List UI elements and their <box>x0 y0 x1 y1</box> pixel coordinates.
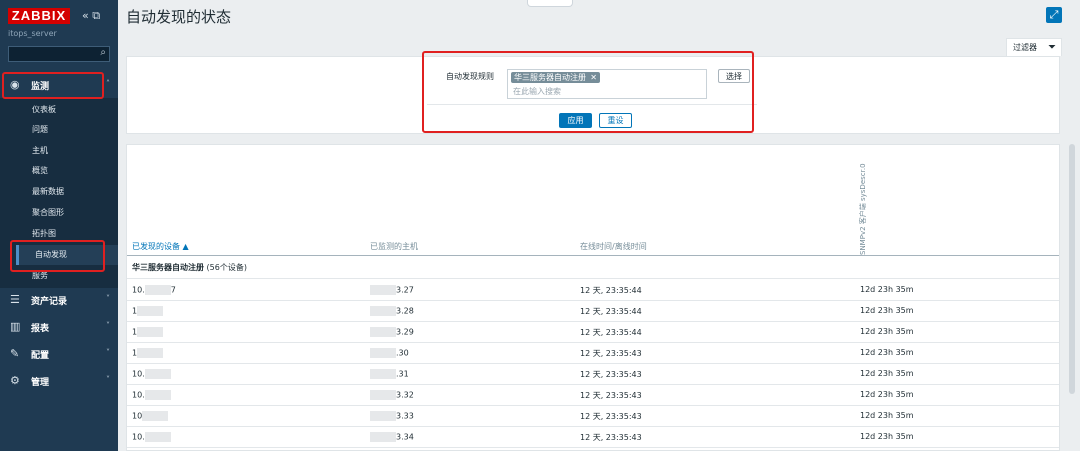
sidebar-item-overview[interactable]: 概览 <box>16 161 118 181</box>
table-row: 10. 3.34 12 天, 23:35:43 12d 23h 35m <box>127 426 1059 448</box>
device-ip: 10. 7 <box>132 285 176 295</box>
logo-row: ZABBIX « ⧉ <box>8 8 112 24</box>
menu-configuration-label: 配置 <box>31 351 50 361</box>
uptime: 12 天, 23:35:44 <box>580 307 642 316</box>
menu-inventory[interactable]: ☰ 资产记录 ˅ <box>0 287 118 313</box>
server-name: itops_server <box>8 29 57 38</box>
undock-icon[interactable]: ⧉ <box>92 9 100 22</box>
zabbix-logo[interactable]: ZABBIX <box>8 8 70 24</box>
uptime: 12 天, 23:35:43 <box>580 433 642 442</box>
device-ip: 10. <box>132 390 171 400</box>
table-group-row: 华三服务器自动注册 (56个设备) <box>127 256 1059 279</box>
filter-tab[interactable]: 过滤器 ⏷ <box>1006 38 1062 56</box>
sidebar-item-problems[interactable]: 问题 <box>16 120 118 140</box>
scrollbar-thumb[interactable] <box>1069 144 1075 394</box>
device-ip: 10 <box>132 411 169 421</box>
main-content: 自动发现的状态 ⤢ 过滤器 ⏷ 自动发现规则 华三服务器自动注册 ✕ 在此输入搜… <box>118 0 1080 451</box>
menu-inventory-label: 资产记录 <box>31 297 68 307</box>
chevron-down-icon: ˅ <box>106 348 110 357</box>
funnel-icon: ⏷ <box>1048 42 1056 53</box>
sysdescr: 12d 23h 35m <box>860 369 914 378</box>
fullscreen-icon: ⤢ <box>1049 8 1059 21</box>
header-tab[interactable] <box>527 0 573 7</box>
sysdescr: 12d 23h 35m <box>860 411 914 420</box>
sidebar: ZABBIX « ⧉ itops_server ⌕ ◉ 监测 ˄ 仪表板 问题 … <box>0 0 118 451</box>
uptime: 12 天, 23:35:43 <box>580 412 642 421</box>
filter-tab-label: 过滤器 <box>1013 43 1037 52</box>
device-ip: 1 <box>132 327 164 337</box>
host-ip: .31 <box>370 369 409 379</box>
menu-administration[interactable]: ⚙ 管理 ˅ <box>0 368 118 394</box>
sidebar-item-hosts[interactable]: 主机 <box>16 141 118 161</box>
page-title: 自动发现的状态 <box>126 8 232 26</box>
group-name: 华三服务器自动注册 <box>132 263 204 272</box>
annotation-box-monitoring <box>2 72 104 99</box>
host-ip: 3.33 <box>370 411 414 421</box>
wrench-icon: ✎ <box>10 347 20 360</box>
list-icon: ☰ <box>10 293 20 306</box>
discovery-table: 已发现的设备 ▲ 已监测的主机 在线时间/离线时间 SNMPv2 客户端 sys… <box>126 144 1060 451</box>
device-ip: 10. <box>132 432 171 442</box>
table-row: 1 3.28 12 天, 23:35:44 12d 23h 35m <box>127 300 1059 322</box>
sidebar-item-latest-data[interactable]: 最新数据 <box>16 182 118 202</box>
table-row: 1 3.29 12 天, 23:35:44 12d 23h 35m <box>127 321 1059 343</box>
chevron-down-icon: ˅ <box>106 375 110 384</box>
uptime: 12 天, 23:35:43 <box>580 349 642 358</box>
menu-reports[interactable]: ▥ 报表 ˅ <box>0 314 118 340</box>
table-row: 1 .30 12 天, 23:35:43 12d 23h 35m <box>127 342 1059 364</box>
host-ip: .30 <box>370 348 409 358</box>
column-snmp-sysdescr: SNMPv2 客户端 sysDescr.0 <box>859 163 867 255</box>
column-uptime-downtime: 在线时间/离线时间 <box>580 242 647 251</box>
chevron-down-icon: ˅ <box>106 321 110 330</box>
sysdescr: 12d 23h 35m <box>860 306 914 315</box>
device-ip: 1 <box>132 306 164 316</box>
group-label: 华三服务器自动注册 (56个设备) <box>132 262 247 273</box>
sidebar-item-screens[interactable]: 聚合图形 <box>16 203 118 223</box>
uptime: 12 天, 23:35:43 <box>580 370 642 379</box>
uptime: 12 天, 23:35:43 <box>580 391 642 400</box>
annotation-box-filter <box>422 51 754 133</box>
menu-administration-label: 管理 <box>31 378 50 388</box>
page-scrollbar[interactable] <box>1066 144 1080 394</box>
sysdescr: 12d 23h 35m <box>860 390 914 399</box>
sysdescr: 12d 23h 35m <box>860 348 914 357</box>
device-ip: 10. <box>132 369 171 379</box>
sysdescr: 12d 23h 35m <box>860 327 914 336</box>
table-row: 10. 7 3.27 12 天, 23:35:44 12d 23h 35m <box>127 279 1059 301</box>
host-ip: 3.29 <box>370 327 414 337</box>
sidebar-item-dashboard[interactable]: 仪表板 <box>16 100 118 120</box>
group-count: (56个设备) <box>206 263 247 272</box>
table-row: 10 3.33 12 天, 23:35:43 12d 23h 35m <box>127 405 1059 427</box>
uptime: 12 天, 23:35:44 <box>580 286 642 295</box>
menu-reports-label: 报表 <box>31 324 50 334</box>
device-ip: 1 <box>132 348 164 358</box>
sysdescr: 12d 23h 35m <box>860 285 914 294</box>
table-row: 10. 3.32 12 天, 23:35:43 12d 23h 35m <box>127 384 1059 406</box>
uptime: 12 天, 23:35:44 <box>580 328 642 337</box>
sidebar-search[interactable]: ⌕ <box>8 46 110 62</box>
menu-configuration[interactable]: ✎ 配置 ˅ <box>0 341 118 367</box>
host-ip: 3.27 <box>370 285 414 295</box>
sidebar-controls: « ⧉ <box>82 9 100 23</box>
annotation-box-discovery <box>10 240 105 272</box>
host-ip: 3.34 <box>370 432 414 442</box>
host-ip: 3.28 <box>370 306 414 316</box>
filter-panel: 自动发现规则 华三服务器自动注册 ✕ 在此输入搜索 选择 应用 重设 <box>126 51 1060 134</box>
sysdescr: 12d 23h 35m <box>860 432 914 441</box>
table-row: 10. .31 12 天, 23:35:43 12d 23h 35m <box>127 363 1059 385</box>
gear-icon: ⚙ <box>10 374 20 387</box>
chevron-up-icon: ˄ <box>106 79 110 88</box>
host-ip: 3.32 <box>370 390 414 400</box>
sidebar-search-input[interactable] <box>11 48 97 62</box>
double-chevron-left-icon[interactable]: « <box>82 9 89 22</box>
column-monitored-host: 已监测的主机 <box>370 242 418 251</box>
bar-chart-icon: ▥ <box>10 320 21 333</box>
search-icon[interactable]: ⌕ <box>100 47 106 58</box>
fullscreen-button[interactable]: ⤢ <box>1046 7 1062 23</box>
column-discovered-device[interactable]: 已发现的设备 ▲ <box>132 241 189 252</box>
chevron-down-icon: ˅ <box>106 294 110 303</box>
